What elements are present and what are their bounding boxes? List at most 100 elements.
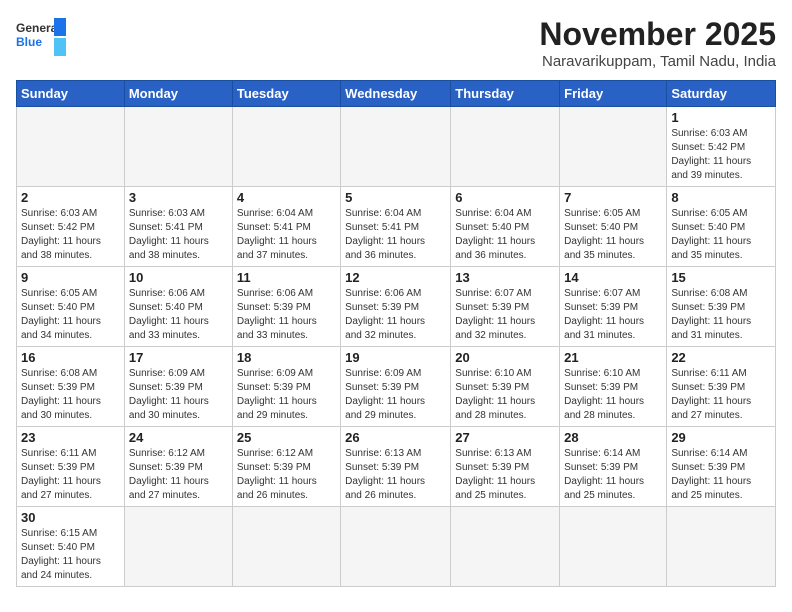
day-info: Sunrise: 6:03 AM Sunset: 5:42 PM Dayligh… xyxy=(671,127,771,183)
day-info: Sunrise: 6:06 AM Sunset: 5:39 PM Dayligh… xyxy=(345,287,446,343)
day-info: Sunrise: 6:06 AM Sunset: 5:40 PM Dayligh… xyxy=(129,287,228,343)
day-number: 30 xyxy=(21,510,120,525)
calendar-cell: 12Sunrise: 6:06 AM Sunset: 5:39 PM Dayli… xyxy=(341,267,451,347)
day-info: Sunrise: 6:13 AM Sunset: 5:39 PM Dayligh… xyxy=(455,447,555,503)
calendar-cell xyxy=(124,507,232,587)
weekday-header-saturday: Saturday xyxy=(667,81,776,107)
day-info: Sunrise: 6:07 AM Sunset: 5:39 PM Dayligh… xyxy=(455,287,555,343)
calendar-cell: 10 Sunrise: 6:06 AM Sunset: 5:40 PM Dayli… xyxy=(124,267,232,347)
calendar-cell: 28Sunrise: 6:14 AM Sunset: 5:39 PM Dayli… xyxy=(560,427,667,507)
day-number: 10 xyxy=(129,270,228,285)
calendar-cell: 25Sunrise: 6:12 AM Sunset: 5:39 PM Dayli… xyxy=(232,427,340,507)
day-info: Sunrise: 6:04 AM Sunset: 5:41 PM Dayligh… xyxy=(237,207,336,263)
weekday-header-friday: Friday xyxy=(560,81,667,107)
calendar-cell: 30 Sunrise: 6:15 AM Sunset: 5:40 PM Dayli… xyxy=(17,507,125,587)
calendar-cell: 21 Sunrise: 6:10 AM Sunset: 5:39 PM Dayli… xyxy=(560,347,667,427)
day-number: 15 xyxy=(671,270,771,285)
day-number: 8 xyxy=(671,190,771,205)
day-info: Sunrise: 6:05 AM Sunset: 5:40 PM Dayligh… xyxy=(564,207,662,263)
month-title: November 2025 xyxy=(539,16,776,53)
day-number: 14 xyxy=(564,270,662,285)
day-number: 27 xyxy=(455,430,555,445)
calendar-cell: 19 Sunrise: 6:09 AM Sunset: 5:39 PM Dayli… xyxy=(341,347,451,427)
day-number: 9 xyxy=(21,270,120,285)
day-number: 3 xyxy=(129,190,228,205)
calendar-cell: 6Sunrise: 6:04 AM Sunset: 5:40 PM Daylig… xyxy=(451,187,560,267)
day-number: 25 xyxy=(237,430,336,445)
day-info: Sunrise: 6:06 AM Sunset: 5:39 PM Dayligh… xyxy=(237,287,336,343)
calendar-week-1: 1 Sunrise: 6:03 AM Sunset: 5:42 PM Daylig… xyxy=(17,107,776,187)
day-number: 26 xyxy=(345,430,446,445)
day-number: 6 xyxy=(455,190,555,205)
day-number: 19 xyxy=(345,350,446,365)
day-info: Sunrise: 6:09 AM Sunset: 5:39 PM Dayligh… xyxy=(345,367,446,423)
calendar-cell xyxy=(124,107,232,187)
calendar-cell: 24Sunrise: 6:12 AM Sunset: 5:39 PM Dayli… xyxy=(124,427,232,507)
title-area: November 2025 Naravarikuppam, Tamil Nadu… xyxy=(539,16,776,70)
page-header: General Blue November 2025 Naravarikuppa… xyxy=(16,16,776,70)
weekday-header-sunday: Sunday xyxy=(17,81,125,107)
calendar-cell: 20 Sunrise: 6:10 AM Sunset: 5:39 PM Dayli… xyxy=(451,347,560,427)
day-number: 2 xyxy=(21,190,120,205)
calendar-cell: 11 Sunrise: 6:06 AM Sunset: 5:39 PM Dayli… xyxy=(232,267,340,347)
day-info: Sunrise: 6:10 AM Sunset: 5:39 PM Dayligh… xyxy=(455,367,555,423)
weekday-header-monday: Monday xyxy=(124,81,232,107)
day-number: 23 xyxy=(21,430,120,445)
calendar-cell xyxy=(232,507,340,587)
day-info: Sunrise: 6:13 AM Sunset: 5:39 PM Dayligh… xyxy=(345,447,446,503)
calendar-cell xyxy=(451,507,560,587)
calendar-cell: 18 Sunrise: 6:09 AM Sunset: 5:39 PM Dayli… xyxy=(232,347,340,427)
calendar-cell: 27 Sunrise: 6:13 AM Sunset: 5:39 PM Dayli… xyxy=(451,427,560,507)
weekday-header-thursday: Thursday xyxy=(451,81,560,107)
weekday-header-tuesday: Tuesday xyxy=(232,81,340,107)
day-info: Sunrise: 6:15 AM Sunset: 5:40 PM Dayligh… xyxy=(21,527,120,583)
day-info: Sunrise: 6:04 AM Sunset: 5:41 PM Dayligh… xyxy=(345,207,446,263)
calendar-week-3: 9Sunrise: 6:05 AM Sunset: 5:40 PM Daylig… xyxy=(17,267,776,347)
calendar-cell: 17Sunrise: 6:09 AM Sunset: 5:39 PM Dayli… xyxy=(124,347,232,427)
calendar-week-2: 2 Sunrise: 6:03 AM Sunset: 5:42 PM Daylig… xyxy=(17,187,776,267)
day-number: 24 xyxy=(129,430,228,445)
day-number: 20 xyxy=(455,350,555,365)
calendar-week-5: 23 Sunrise: 6:11 AM Sunset: 5:39 PM Dayli… xyxy=(17,427,776,507)
calendar-week-6: 30 Sunrise: 6:15 AM Sunset: 5:40 PM Dayli… xyxy=(17,507,776,587)
calendar-cell: 26 Sunrise: 6:13 AM Sunset: 5:39 PM Dayli… xyxy=(341,427,451,507)
calendar-cell xyxy=(560,507,667,587)
day-info: Sunrise: 6:11 AM Sunset: 5:39 PM Dayligh… xyxy=(671,367,771,423)
day-info: Sunrise: 6:07 AM Sunset: 5:39 PM Dayligh… xyxy=(564,287,662,343)
calendar-cell: 9Sunrise: 6:05 AM Sunset: 5:40 PM Daylig… xyxy=(17,267,125,347)
day-number: 7 xyxy=(564,190,662,205)
day-info: Sunrise: 6:03 AM Sunset: 5:42 PM Dayligh… xyxy=(21,207,120,263)
calendar-cell: 4 Sunrise: 6:04 AM Sunset: 5:41 PM Daylig… xyxy=(232,187,340,267)
day-info: Sunrise: 6:09 AM Sunset: 5:39 PM Dayligh… xyxy=(237,367,336,423)
day-info: Sunrise: 6:11 AM Sunset: 5:39 PM Dayligh… xyxy=(21,447,120,503)
calendar-cell: 16 Sunrise: 6:08 AM Sunset: 5:39 PM Dayli… xyxy=(17,347,125,427)
calendar-cell: 22Sunrise: 6:11 AM Sunset: 5:39 PM Dayli… xyxy=(667,347,776,427)
calendar-cell xyxy=(667,507,776,587)
logo-blue-text: Blue xyxy=(16,35,42,49)
calendar-cell xyxy=(341,107,451,187)
day-info: Sunrise: 6:10 AM Sunset: 5:39 PM Dayligh… xyxy=(564,367,662,423)
calendar-cell: 2 Sunrise: 6:03 AM Sunset: 5:42 PM Daylig… xyxy=(17,187,125,267)
day-number: 21 xyxy=(564,350,662,365)
day-number: 16 xyxy=(21,350,120,365)
calendar-cell: 23 Sunrise: 6:11 AM Sunset: 5:39 PM Dayli… xyxy=(17,427,125,507)
calendar-cell xyxy=(232,107,340,187)
calendar-cell: 7 Sunrise: 6:05 AM Sunset: 5:40 PM Daylig… xyxy=(560,187,667,267)
day-number: 17 xyxy=(129,350,228,365)
day-number: 13 xyxy=(455,270,555,285)
calendar-cell: 5Sunrise: 6:04 AM Sunset: 5:41 PM Daylig… xyxy=(341,187,451,267)
logo-general-text: General xyxy=(16,21,61,35)
day-info: Sunrise: 6:08 AM Sunset: 5:39 PM Dayligh… xyxy=(21,367,120,423)
day-number: 4 xyxy=(237,190,336,205)
calendar-cell xyxy=(451,107,560,187)
calendar-cell: 15Sunrise: 6:08 AM Sunset: 5:39 PM Dayli… xyxy=(667,267,776,347)
day-number: 1 xyxy=(671,110,771,125)
calendar-cell xyxy=(560,107,667,187)
day-number: 28 xyxy=(564,430,662,445)
logo-area: General Blue xyxy=(16,16,66,58)
calendar-cell: 14 Sunrise: 6:07 AM Sunset: 5:39 PM Dayli… xyxy=(560,267,667,347)
calendar-cell: 8Sunrise: 6:05 AM Sunset: 5:40 PM Daylig… xyxy=(667,187,776,267)
day-number: 29 xyxy=(671,430,771,445)
day-number: 18 xyxy=(237,350,336,365)
day-number: 11 xyxy=(237,270,336,285)
